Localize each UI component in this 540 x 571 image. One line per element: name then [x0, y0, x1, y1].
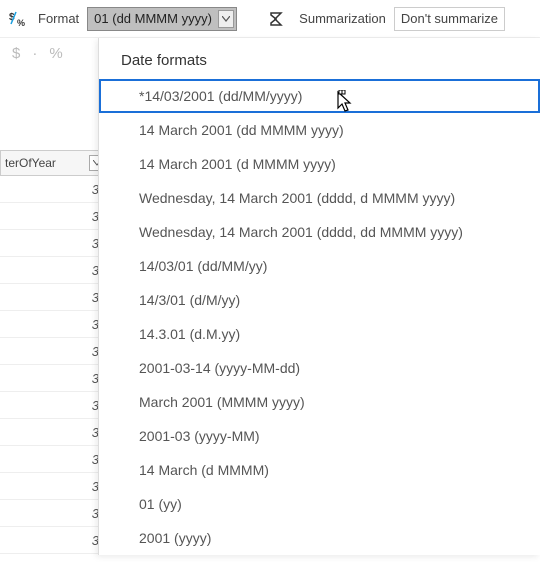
table-cell[interactable]: 3 [0, 446, 110, 473]
dropdown-title: Date formats [99, 38, 540, 79]
column-header[interactable]: terOfYear [0, 150, 110, 176]
table-cell[interactable]: 3 [0, 473, 110, 500]
ribbon: $ % Format 01 (dd MMMM yyyy) Summarizati… [0, 0, 540, 38]
format-icon: $ % [8, 8, 30, 30]
separator: · [32, 45, 37, 62]
date-formats-dropdown: Date formats *14/03/2001 (dd/MM/yyyy)14 … [98, 38, 540, 555]
table-cell[interactable]: 3 [0, 419, 110, 446]
svg-text:%: % [17, 18, 25, 28]
table-cell[interactable]: 3 [0, 527, 110, 554]
table-cell[interactable]: 3 [0, 311, 110, 338]
table-cell[interactable]: 3 [0, 392, 110, 419]
date-format-option[interactable]: 14 March 2001 (dd MMMM yyyy) [99, 113, 540, 147]
date-format-option[interactable]: 14 March (d MMMM) [99, 453, 540, 487]
data-table: terOfYear 33333333333333 [0, 150, 110, 554]
date-format-option[interactable]: March 2001 (MMMM yyyy) [99, 385, 540, 419]
summarization-value: Don't summarize [401, 11, 498, 26]
table-cell[interactable]: 3 [0, 284, 110, 311]
chevron-down-icon[interactable] [218, 10, 234, 28]
table-cell[interactable]: 3 [0, 500, 110, 527]
table-cell[interactable]: 3 [0, 230, 110, 257]
format-value: 01 (dd MMMM yyyy) [94, 11, 212, 26]
sigma-icon [265, 8, 287, 30]
table-cell[interactable]: 3 [0, 365, 110, 392]
summarization-label: Summarization [299, 11, 386, 26]
table-cell[interactable]: 3 [0, 203, 110, 230]
date-format-option[interactable]: Wednesday, 14 March 2001 (dddd, d MMMM y… [99, 181, 540, 215]
date-format-option[interactable]: 01 (yy) [99, 487, 540, 521]
date-format-option[interactable]: 2001-03-14 (yyyy-MM-dd) [99, 351, 540, 385]
date-format-option[interactable]: 2001 (yyyy) [99, 521, 540, 555]
date-format-option[interactable]: 14 March 2001 (d MMMM yyyy) [99, 147, 540, 181]
date-format-option[interactable]: Wednesday, 14 March 2001 (dddd, dd MMMM … [99, 215, 540, 249]
date-format-option[interactable]: 14/03/01 (dd/MM/yy) [99, 249, 540, 283]
date-format-option[interactable]: 14/3/01 (d/M/yy) [99, 283, 540, 317]
table-cell[interactable]: 3 [0, 338, 110, 365]
percent-button[interactable]: % [49, 45, 62, 62]
format-dropdown[interactable]: 01 (dd MMMM yyyy) [87, 7, 237, 31]
column-header-label: terOfYear [5, 156, 56, 170]
date-format-option[interactable]: 2001-03 (yyyy-MM) [99, 419, 540, 453]
summarization-dropdown[interactable]: Don't summarize [394, 7, 505, 31]
date-format-option[interactable]: 14.3.01 (d.M.yy) [99, 317, 540, 351]
format-label: Format [38, 11, 79, 26]
table-cell[interactable]: 3 [0, 257, 110, 284]
date-format-option[interactable]: *14/03/2001 (dd/MM/yyyy) [99, 79, 540, 113]
currency-button[interactable]: $ [12, 45, 20, 62]
table-cell[interactable]: 3 [0, 176, 110, 203]
